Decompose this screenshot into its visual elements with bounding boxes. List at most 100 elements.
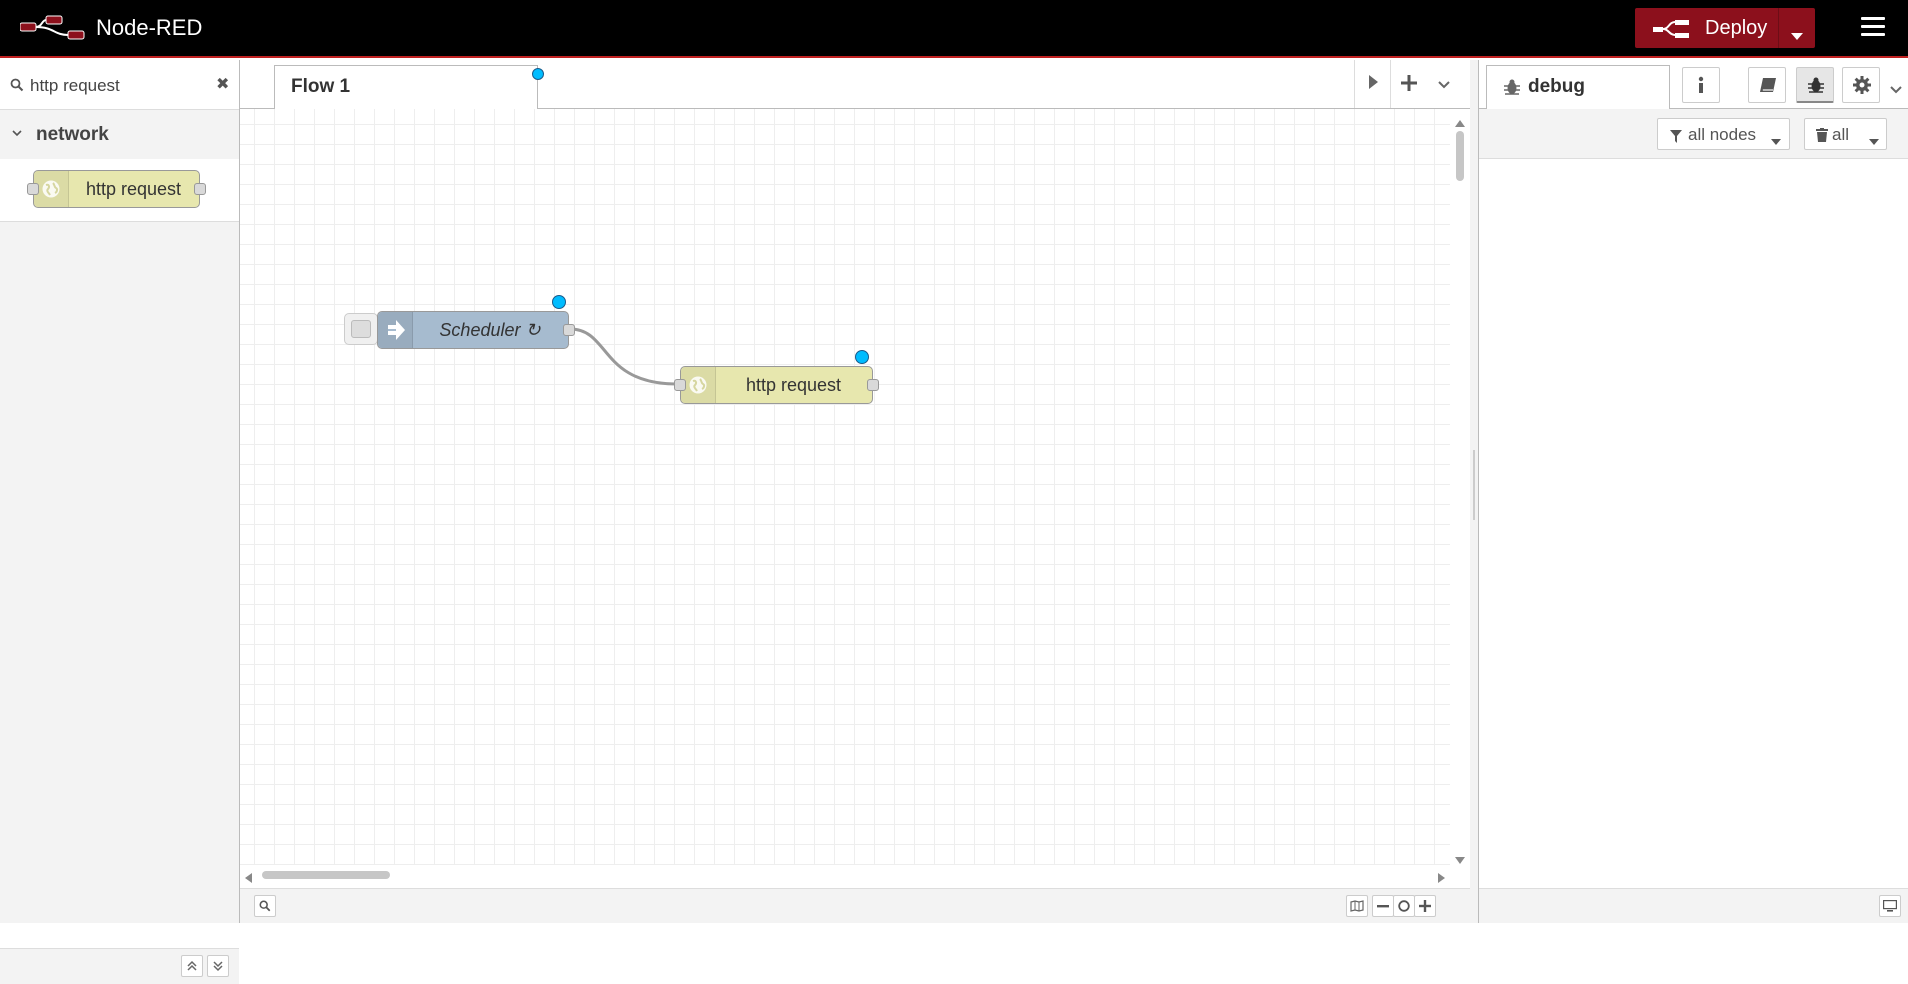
- palette-category-header[interactable]: network: [0, 109, 239, 159]
- node-icon-area: [34, 171, 69, 207]
- caret-down-icon: [1438, 76, 1450, 92]
- open-debug-window-button[interactable]: [1879, 895, 1901, 917]
- deploy-icon: [1653, 19, 1693, 45]
- desktop-icon: [1883, 900, 1898, 915]
- scroll-tabs-button[interactable]: [1354, 60, 1391, 108]
- search-flows-button[interactable]: [254, 895, 276, 917]
- collapse-all-button[interactable]: [181, 955, 203, 977]
- circle-icon: [1398, 900, 1410, 915]
- deploy-label: Deploy: [1705, 17, 1768, 39]
- output-port[interactable]: [867, 379, 879, 391]
- inject-trigger-square: [351, 320, 371, 338]
- scroll-up-icon[interactable]: [1455, 114, 1465, 130]
- info-icon: [1697, 76, 1705, 97]
- expand-all-button[interactable]: [207, 955, 229, 977]
- output-port[interactable]: [563, 324, 575, 336]
- zoom-reset-button[interactable]: [1393, 895, 1415, 917]
- hamburger-line: [1861, 25, 1885, 28]
- globe-icon: [688, 375, 708, 398]
- caret-down-icon: [1791, 24, 1803, 47]
- clear-search-icon[interactable]: ✖: [216, 74, 229, 94]
- sidebar-footer: [1479, 888, 1908, 923]
- sidebar: debug all nodes all: [1478, 60, 1908, 923]
- workspace-tabs: Flow 1: [240, 60, 1470, 109]
- scrollbar-thumb[interactable]: [262, 871, 390, 879]
- palette-search-input[interactable]: [28, 72, 212, 100]
- tab-label: debug: [1528, 76, 1585, 97]
- sidebar-separator[interactable]: [1470, 60, 1478, 923]
- search-icon: [259, 900, 271, 915]
- palette: ✖ network http request: [0, 60, 240, 984]
- debug-message-list: [1479, 159, 1908, 888]
- node-wire[interactable]: [240, 109, 1450, 865]
- deploy-button-group: Deploy: [1635, 8, 1815, 48]
- zoom-in-button[interactable]: [1414, 895, 1436, 917]
- palette-node-http-request[interactable]: http request: [27, 170, 206, 208]
- tab-changed-indicator: [532, 68, 544, 80]
- horizontal-scrollbar[interactable]: [240, 865, 1450, 885]
- globe-icon: [41, 179, 61, 202]
- gear-icon: [1853, 76, 1871, 97]
- inject-trigger-button[interactable]: [344, 313, 378, 345]
- scroll-down-icon[interactable]: [1455, 851, 1465, 867]
- debug-filter-button[interactable]: all nodes: [1657, 118, 1790, 150]
- app-title: Node-RED: [96, 15, 203, 40]
- config-tab-button[interactable]: [1842, 67, 1880, 103]
- tab-debug[interactable]: debug: [1486, 65, 1670, 109]
- sidebar-menu-button[interactable]: [1884, 67, 1908, 103]
- scheduler-node-label: Scheduler ↻: [439, 320, 541, 340]
- node-changed-indicator: [552, 295, 566, 309]
- input-port: [27, 183, 39, 195]
- main-menu-button[interactable]: [1858, 14, 1888, 42]
- scrollbar-thumb[interactable]: [1456, 131, 1464, 181]
- node-icon-area: [681, 367, 716, 403]
- bug-icon: [1807, 76, 1825, 97]
- header: Node-RED Deploy: [0, 0, 1908, 58]
- caret-down-icon: [1890, 81, 1902, 97]
- debug-clear-button[interactable]: all: [1804, 118, 1887, 150]
- navigator-button[interactable]: [1346, 895, 1368, 917]
- flow-menu-button[interactable]: [1426, 60, 1462, 108]
- palette-category-network: network http request: [0, 109, 239, 222]
- map-icon: [1350, 900, 1364, 915]
- tab-label: Flow 1: [291, 76, 351, 97]
- plus-icon: [1401, 71, 1417, 96]
- flow-canvas[interactable]: Scheduler ↻ http request: [240, 109, 1450, 865]
- chevron-down-icon: [12, 125, 22, 141]
- http-request-node-label: http request: [745, 375, 842, 395]
- vertical-scrollbar[interactable]: [1450, 109, 1470, 865]
- scroll-right-icon[interactable]: [1438, 870, 1445, 886]
- minus-icon: [1377, 901, 1389, 915]
- add-flow-button[interactable]: [1390, 60, 1427, 108]
- separator-grip[interactable]: [1473, 450, 1475, 520]
- debug-clear-label: all: [1832, 125, 1850, 144]
- palette-category-body: http request: [0, 159, 239, 221]
- double-chevron-down-icon: [213, 961, 223, 975]
- debug-tab-button[interactable]: [1796, 67, 1834, 103]
- filter-icon: [1670, 128, 1682, 148]
- debug-filter-label: all nodes: [1688, 125, 1757, 144]
- workspace-footer: [240, 888, 1470, 923]
- http-request-node[interactable]: http request: [674, 366, 879, 404]
- deploy-options-button[interactable]: [1779, 8, 1815, 48]
- palette-footer: [0, 948, 239, 984]
- search-icon: [10, 78, 24, 95]
- tab-flow-1[interactable]: Flow 1: [274, 65, 538, 109]
- palette-category-label: network: [36, 124, 109, 145]
- plus-icon: [1419, 900, 1431, 915]
- info-tab-button[interactable]: [1682, 67, 1720, 103]
- play-icon: [1368, 75, 1378, 92]
- scheduler-node[interactable]: Scheduler ↻: [377, 311, 575, 349]
- help-tab-button[interactable]: [1748, 67, 1786, 103]
- deploy-button[interactable]: Deploy: [1635, 8, 1778, 48]
- double-chevron-up-icon: [187, 960, 197, 975]
- book-icon: [1759, 77, 1777, 96]
- palette-search: ✖: [0, 60, 239, 110]
- caret-down-icon: [1869, 131, 1879, 151]
- output-port: [194, 183, 206, 195]
- scroll-left-icon[interactable]: [245, 870, 252, 886]
- input-port[interactable]: [674, 379, 686, 391]
- node-icon-area: [378, 312, 413, 348]
- zoom-out-button[interactable]: [1372, 895, 1394, 917]
- arrow-in-icon: [386, 319, 406, 344]
